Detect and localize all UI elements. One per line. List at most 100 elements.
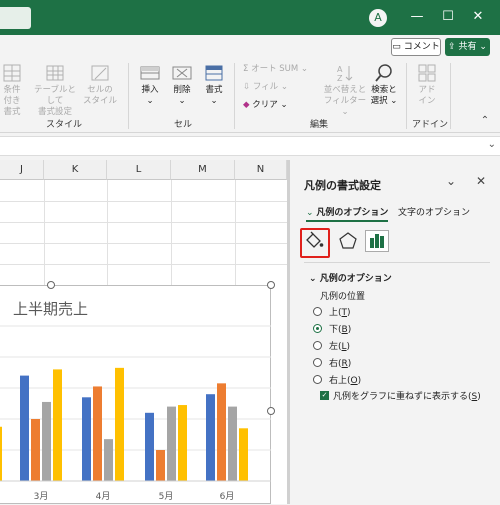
cells-group-label: セル	[174, 120, 193, 130]
tab-text-options[interactable]: 文字のオプション	[398, 205, 470, 218]
access-key: S	[471, 392, 478, 402]
column-header-j[interactable]: J	[0, 160, 44, 180]
overlap-checkbox-row[interactable]: ✓ 凡例をグラフに重ねずに表示する(S)	[320, 391, 481, 404]
radio-button[interactable]	[313, 307, 322, 316]
checkbox[interactable]: ✓	[320, 391, 329, 400]
table-format-button[interactable]: テーブルとして 書式設定	[32, 63, 78, 118]
chart-bar[interactable]	[104, 439, 113, 481]
format-icon	[205, 65, 223, 81]
chart-bar[interactable]	[82, 397, 91, 481]
share-icon: ⇪	[448, 42, 456, 52]
formula-bar[interactable]: ⌄	[0, 136, 500, 156]
delete-button[interactable]: 削除 ⌄	[169, 63, 195, 107]
avatar[interactable]: A	[369, 9, 387, 27]
title-search-box[interactable]	[0, 7, 31, 29]
radio-button[interactable]	[313, 324, 322, 333]
radio-position-bottom[interactable]: 下(B)	[313, 324, 351, 337]
addin-button[interactable]: アド イン	[413, 63, 441, 107]
chart-bar[interactable]	[53, 369, 62, 481]
chart-bar[interactable]	[167, 406, 176, 481]
autosum-button[interactable]: Σ オート SUM ⌄	[243, 63, 308, 75]
chart-bar[interactable]	[178, 405, 187, 481]
ribbon-separator	[234, 63, 235, 129]
comment-label: コメント	[403, 42, 440, 52]
radio-position-left[interactable]: 左(L)	[313, 341, 350, 354]
cell-style-icon	[91, 65, 109, 81]
tab-legend-options[interactable]: ⌄ 凡例のオプション	[306, 205, 388, 218]
share-button[interactable]: ⇪ 共有 ⌄	[445, 38, 490, 56]
column-header-l[interactable]: L	[107, 160, 171, 180]
section-legend-options[interactable]: ⌄ 凡例のオプション	[309, 271, 392, 284]
find-select-button[interactable]: 検索と 選択 ⌄	[369, 63, 399, 107]
addin-icon	[418, 64, 436, 82]
maximize-button[interactable]: ☐	[437, 7, 459, 27]
effects-tab[interactable]	[336, 230, 360, 252]
share-label: 共有	[458, 42, 477, 52]
active-tab-indicator	[306, 220, 388, 222]
close-button[interactable]: ✕	[467, 7, 489, 27]
clear-button[interactable]: ◆ クリア ⌄	[243, 99, 288, 111]
chart-category-label: 4月	[96, 491, 111, 502]
chart-bar[interactable]	[206, 394, 215, 481]
section-legend-options-label: 凡例のオプション	[319, 274, 392, 284]
grid-line	[0, 201, 287, 202]
chart-bar[interactable]	[31, 419, 40, 481]
panel-divider[interactable]	[287, 160, 290, 504]
column-header-k[interactable]: K	[44, 160, 107, 180]
chart-bar[interactable]	[228, 406, 237, 481]
insert-button[interactable]: 挿入 ⌄	[137, 63, 163, 107]
radio-label: 左	[329, 342, 339, 352]
style-group-label: スタイル	[46, 120, 83, 130]
chart-plot[interactable]: 3月 4月 5月 6月	[0, 286, 271, 505]
delete-label: 削除	[173, 85, 191, 95]
minimize-button[interactable]: —	[406, 7, 428, 27]
chart-resize-handle[interactable]	[267, 407, 275, 415]
chart-bar[interactable]	[20, 375, 29, 481]
radio-position-right[interactable]: 右(R)	[313, 358, 351, 371]
fill-button[interactable]: ⇩ フィル ⌄	[243, 81, 288, 93]
magnifier-icon	[375, 64, 392, 82]
access-key: B	[341, 325, 348, 335]
chart-bar[interactable]	[115, 367, 124, 481]
cell-style-button[interactable]: セルの スタイル	[83, 63, 117, 107]
delete-icon	[172, 66, 192, 80]
close-pane-icon[interactable]: ✕	[476, 174, 486, 188]
legend-options-tab[interactable]	[365, 230, 389, 252]
chart[interactable]: 上半期売上 3月 4月 5月 6月	[0, 285, 271, 504]
radio-button[interactable]	[313, 358, 322, 367]
conditional-format-label-1: 条件付き	[3, 85, 21, 106]
radio-label: 右上	[329, 376, 348, 386]
chart-bar[interactable]	[42, 401, 51, 481]
chevron-down-icon[interactable]: ⌄	[446, 174, 456, 188]
radio-button[interactable]	[313, 341, 322, 350]
chart-bar[interactable]	[239, 428, 248, 481]
column-header-m[interactable]: M	[171, 160, 235, 180]
radio-button[interactable]	[313, 375, 322, 384]
comment-button[interactable]: ▭ コメント	[391, 38, 441, 56]
conditional-format-button[interactable]: 条件付き 書式	[0, 63, 24, 118]
ribbon-collapse-icon[interactable]: ⌃	[478, 115, 492, 126]
svg-text:Z: Z	[337, 74, 343, 83]
format-button[interactable]: 書式 ⌄	[201, 63, 227, 107]
conditional-format-icon	[3, 64, 21, 82]
column-header-n[interactable]: N	[235, 160, 287, 180]
sort-filter-label-2: フィルター	[323, 96, 367, 106]
pentagon-icon	[339, 232, 357, 249]
sort-filter-button[interactable]: AZ 並べ替えと フィルター ⌄	[323, 63, 367, 118]
chart-bar[interactable]	[0, 426, 2, 481]
chart-resize-handle[interactable]	[47, 281, 55, 289]
chart-resize-handle[interactable]	[267, 281, 275, 289]
sort-filter-label-1: 並べ替えと	[323, 85, 367, 95]
ribbon-separator	[450, 63, 451, 129]
legend-position-label: 凡例の位置	[320, 292, 366, 302]
chart-bar[interactable]	[156, 450, 165, 481]
chart-bar[interactable]	[93, 386, 102, 481]
radio-position-top-right[interactable]: 右上(O)	[313, 375, 361, 388]
chart-bar[interactable]	[145, 412, 154, 481]
pane-title: 凡例の書式設定	[304, 179, 381, 192]
addin-group-label: アドイン	[412, 120, 449, 130]
chevron-down-icon[interactable]: ⌄	[488, 139, 496, 150]
radio-position-top[interactable]: 上(T)	[313, 307, 351, 320]
chart-bar[interactable]	[217, 383, 226, 481]
comment-icon: ▭	[392, 42, 401, 52]
